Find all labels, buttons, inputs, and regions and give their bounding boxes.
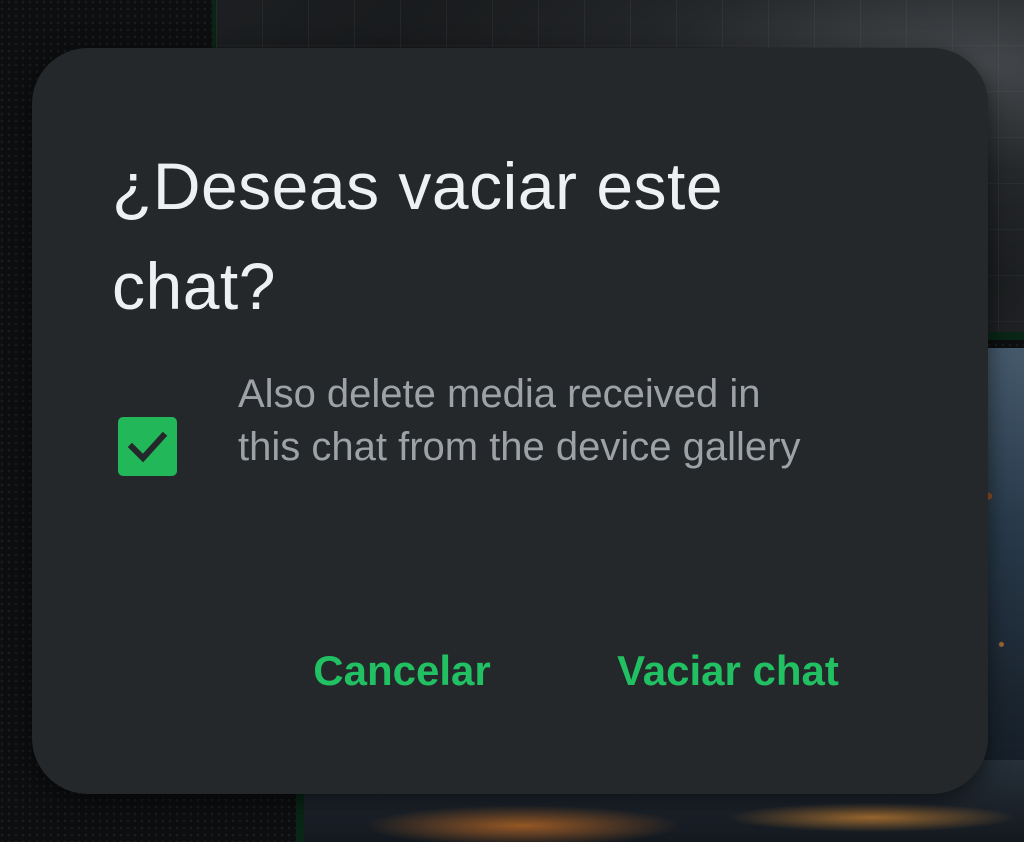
check-icon bbox=[127, 431, 168, 463]
delete-media-label: Also delete media received in this chat … bbox=[238, 372, 801, 469]
delete-media-checkbox[interactable] bbox=[118, 417, 177, 476]
dialog-actions: Cancelar Vaciar chat bbox=[32, 636, 988, 706]
screen: ¿Deseas vaciar este chat? Also delete me… bbox=[0, 0, 1024, 842]
dialog-title: ¿Deseas vaciar este chat? bbox=[112, 149, 724, 323]
clear-chat-dialog: ¿Deseas vaciar este chat? Also delete me… bbox=[32, 48, 988, 794]
delete-media-option[interactable]: Also delete media received in this chat … bbox=[112, 368, 832, 538]
cancel-button[interactable]: Cancelar bbox=[302, 636, 502, 706]
clear-chat-button[interactable]: Vaciar chat bbox=[608, 636, 848, 706]
